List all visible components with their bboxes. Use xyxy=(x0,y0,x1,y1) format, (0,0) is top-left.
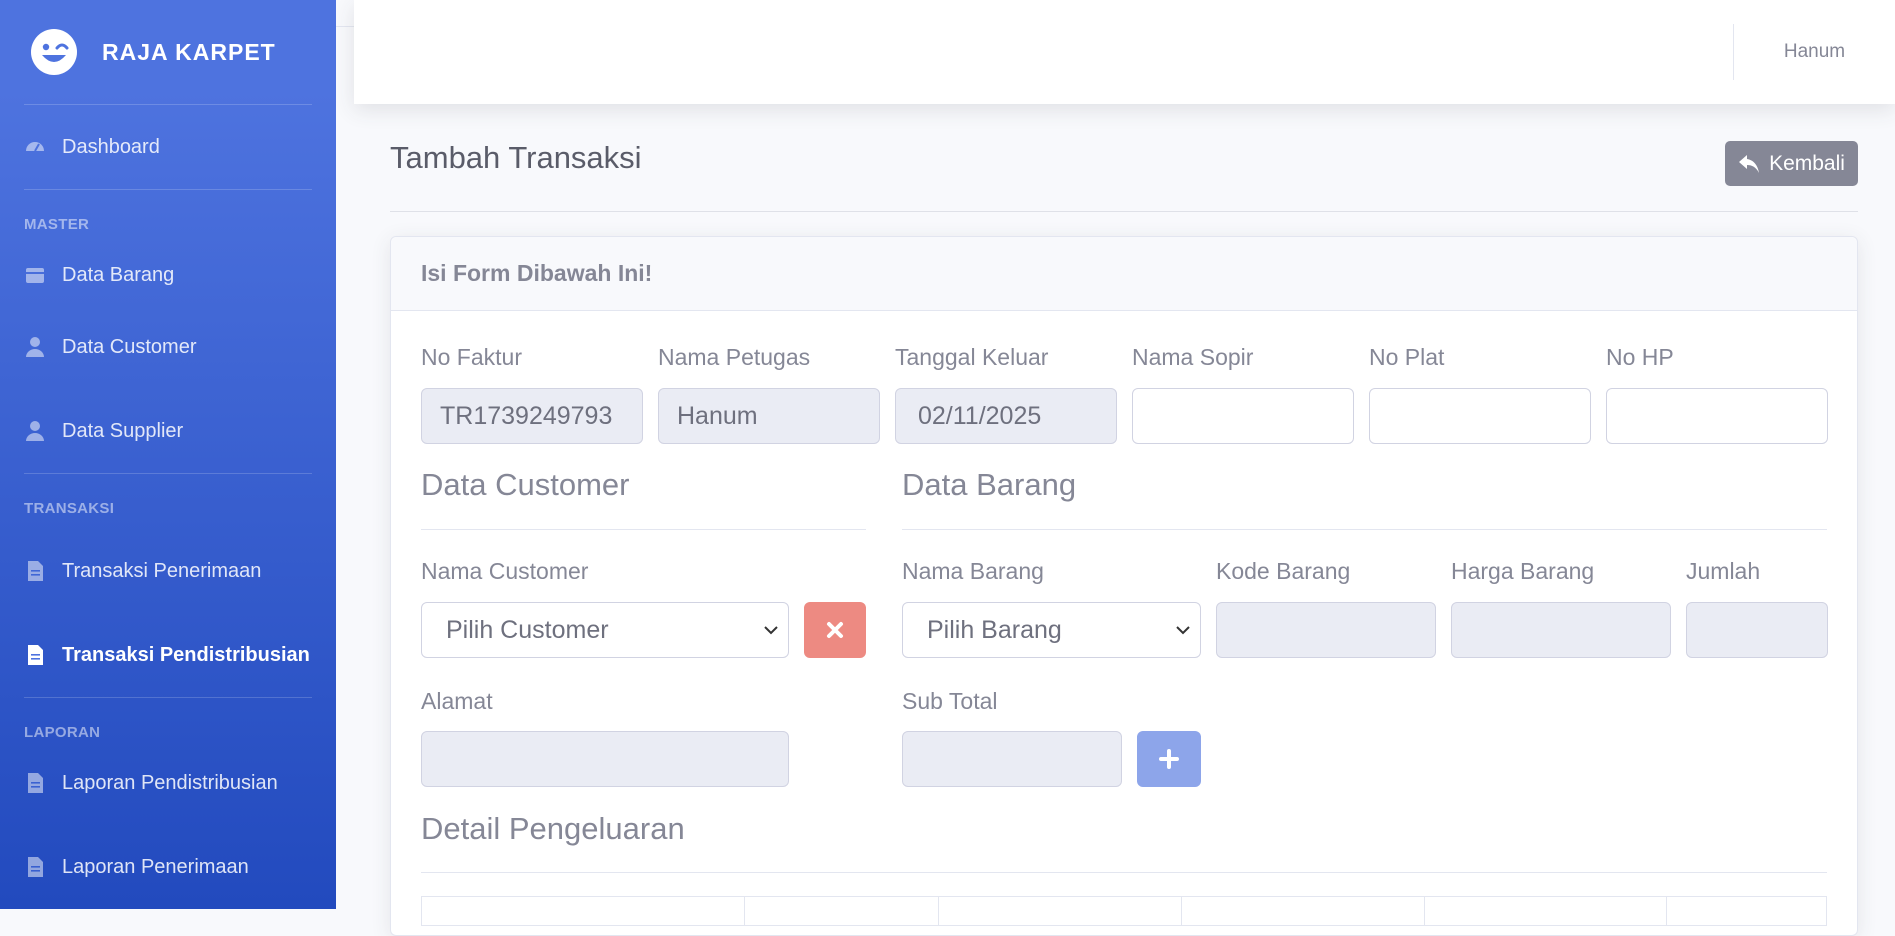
sidebar-item-laporan-pendistribusian[interactable]: Laporan Pendistribusian xyxy=(0,753,336,813)
sidebar-item-dashboard[interactable]: Dashboard xyxy=(0,105,336,189)
sidebar-item-label: Data Supplier xyxy=(62,419,184,442)
table-column xyxy=(745,897,939,925)
harga-barang-field[interactable] xyxy=(1451,602,1671,658)
sidebar-item-data-customer[interactable]: Data Customer xyxy=(0,305,336,389)
data-customer-title: Data Customer xyxy=(421,467,630,502)
kode-barang-label: Kode Barang xyxy=(1216,558,1351,584)
sub-total-field[interactable] xyxy=(902,731,1122,787)
no-plat-input[interactable] xyxy=(1369,388,1591,444)
no-hp-label: No HP xyxy=(1606,344,1674,370)
table-column xyxy=(422,897,745,925)
sidebar-heading-laporan: LAPORAN xyxy=(24,724,101,741)
no-faktur-label: No Faktur xyxy=(421,344,522,370)
page-title: Tambah Transaksi xyxy=(390,140,642,175)
add-item-button[interactable] xyxy=(1137,731,1201,787)
sidebar-item-label: Laporan Penerimaan xyxy=(62,855,249,878)
sidebar-item-label: Data Customer xyxy=(62,335,197,358)
nama-petugas-label: Nama Petugas xyxy=(658,344,811,370)
user-dropdown[interactable]: Hanum xyxy=(1733,24,1895,80)
customer-select[interactable]: Pilih Customer xyxy=(421,602,789,658)
customer-select-value: Pilih Customer xyxy=(446,615,609,644)
tanggal-keluar-value: 02/11/2025 xyxy=(918,401,1042,430)
detail-table xyxy=(421,896,1827,926)
barang-select-value: Pilih Barang xyxy=(927,615,1062,644)
sidebar-item-label: Transaksi Penerimaan xyxy=(62,559,262,582)
sidebar-item-data-supplier[interactable]: Data Supplier xyxy=(0,389,336,473)
nama-customer-label: Nama Customer xyxy=(421,558,589,584)
table-column xyxy=(1425,897,1667,925)
sidebar-item-data-barang[interactable]: Data Barang xyxy=(0,245,336,305)
tachometer-icon xyxy=(24,136,46,158)
jumlah-label: Jumlah xyxy=(1686,558,1761,584)
file-icon xyxy=(24,644,46,666)
file-icon xyxy=(24,856,46,878)
no-hp-input[interactable] xyxy=(1606,388,1828,444)
customer-divider xyxy=(421,529,866,530)
detail-pengeluaran-title: Detail Pengeluaran xyxy=(421,811,685,846)
card-header: Isi Form Dibawah Ini! xyxy=(391,237,1857,311)
topbar-edge xyxy=(336,26,354,27)
sidebar-item-transaksi-pendistribusian[interactable]: Transaksi Pendistribusian xyxy=(0,613,336,697)
tanggal-keluar-label: Tanggal Keluar xyxy=(895,344,1049,370)
no-faktur-field[interactable]: TR1739249793 xyxy=(421,388,643,444)
chevron-down-icon xyxy=(764,626,778,635)
title-divider xyxy=(390,211,1858,212)
sidebar-heading-transaksi: TRANSAKSI xyxy=(24,500,115,517)
reply-icon xyxy=(1739,154,1760,173)
file-icon xyxy=(24,772,46,794)
no-faktur-value: TR1739249793 xyxy=(440,401,613,430)
brand-name: RAJA KARPET xyxy=(102,38,276,65)
nama-barang-label: Nama Barang xyxy=(902,558,1044,584)
jumlah-field[interactable] xyxy=(1686,602,1828,658)
brand-link[interactable]: RAJA KARPET xyxy=(0,0,336,104)
user-icon xyxy=(24,336,46,358)
nama-petugas-value: Hanum xyxy=(677,401,758,430)
sidebar: RAJA KARPET Dashboard MASTER Data Barang… xyxy=(0,0,336,909)
nama-sopir-input[interactable] xyxy=(1132,388,1354,444)
kode-barang-field[interactable] xyxy=(1216,602,1436,658)
sidebar-item-label: Data Barang xyxy=(62,263,175,286)
clear-customer-button[interactable] xyxy=(804,602,866,658)
sidebar-item-laporan-penerimaan[interactable]: Laporan Penerimaan xyxy=(0,813,336,921)
back-button[interactable]: Kembali xyxy=(1725,141,1858,186)
file-icon xyxy=(24,560,46,582)
sidebar-item-transaksi-penerimaan[interactable]: Transaksi Penerimaan xyxy=(0,529,336,613)
nama-petugas-field[interactable]: Hanum xyxy=(658,388,880,444)
data-barang-title: Data Barang xyxy=(902,467,1077,502)
harga-barang-label: Harga Barang xyxy=(1451,558,1595,584)
box-icon xyxy=(24,264,46,286)
plus-icon xyxy=(1159,749,1179,769)
table-column xyxy=(939,897,1182,925)
close-icon xyxy=(827,622,843,638)
sidebar-item-label: Dashboard xyxy=(62,135,160,158)
back-button-label: Kembali xyxy=(1769,151,1845,175)
sidebar-item-label: Laporan Pendistribusian xyxy=(62,771,278,794)
user-icon xyxy=(24,420,46,442)
alamat-field[interactable] xyxy=(421,731,789,787)
laugh-wink-icon xyxy=(30,28,78,76)
chevron-down-icon xyxy=(1176,626,1190,635)
alamat-label: Alamat xyxy=(421,688,493,714)
sub-total-label: Sub Total xyxy=(902,688,998,714)
table-column xyxy=(1182,897,1425,925)
sidebar-item-label: Transaksi Pendistribusian xyxy=(62,643,310,666)
barang-select[interactable]: Pilih Barang xyxy=(902,602,1201,658)
detail-divider xyxy=(421,872,1827,873)
barang-divider xyxy=(902,529,1827,530)
topbar: Hanum xyxy=(354,0,1895,104)
user-name: Hanum xyxy=(1783,41,1846,62)
tanggal-keluar-field[interactable]: 02/11/2025 xyxy=(895,388,1117,444)
sidebar-heading-master: MASTER xyxy=(24,216,90,233)
no-plat-label: No Plat xyxy=(1369,344,1445,370)
nama-sopir-label: Nama Sopir xyxy=(1132,344,1254,370)
